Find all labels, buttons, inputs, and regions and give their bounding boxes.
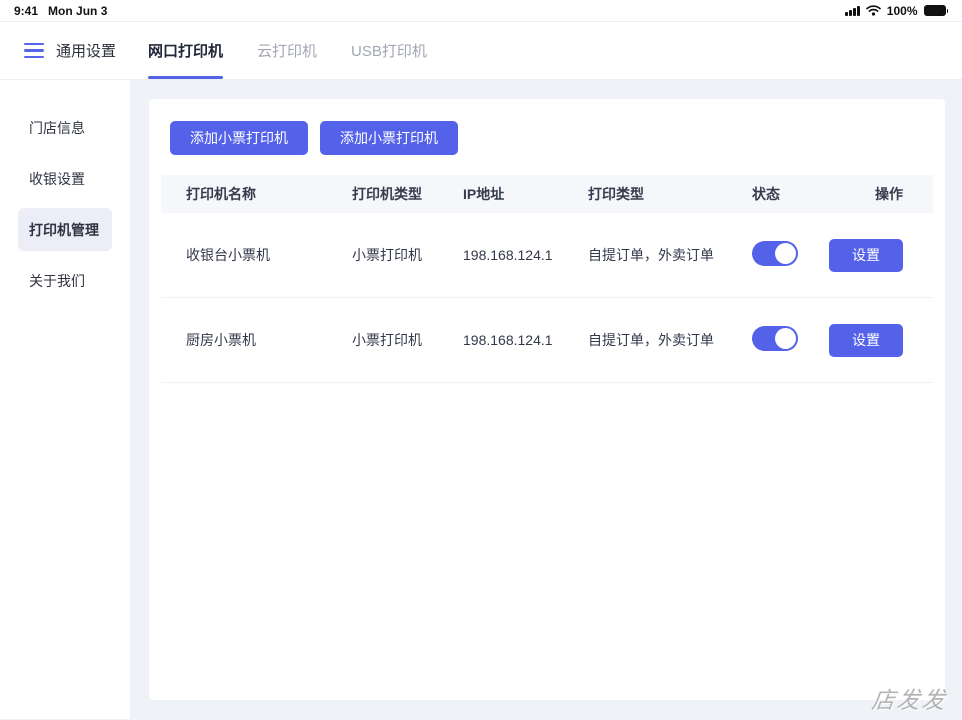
col-header-status: 状态 bbox=[752, 186, 780, 202]
content-area: 添加小票打印机 添加小票打印机 打印机名称 打印机类型 IP地址 打印类型 状态… bbox=[130, 80, 962, 719]
settings-button[interactable]: 设置 bbox=[829, 238, 903, 272]
watermark-text: 店发发 bbox=[870, 688, 949, 713]
wifi-icon bbox=[865, 5, 881, 16]
add-receipt-printer-button-1[interactable]: 添加小票打印机 bbox=[170, 121, 308, 155]
toggle-knob bbox=[775, 328, 796, 349]
printer-management-card: 添加小票打印机 添加小票打印机 打印机名称 打印机类型 IP地址 打印类型 状态… bbox=[149, 99, 945, 700]
cellular-signal-icon bbox=[845, 5, 860, 16]
date: Mon Jun 3 bbox=[48, 3, 108, 18]
battery-percent: 100% bbox=[886, 3, 918, 18]
toggle-knob bbox=[775, 243, 796, 264]
hamburger-menu-icon[interactable] bbox=[24, 42, 44, 59]
status-bar: 9:41 Mon Jun 3 100% bbox=[0, 0, 962, 22]
tab-usb-printer[interactable]: USB打印机 bbox=[351, 22, 427, 79]
tab-network-printer[interactable]: 网口打印机 bbox=[148, 22, 224, 79]
printer-name: 厨房小票机 bbox=[186, 332, 256, 348]
sidebar-item-cashier-settings[interactable]: 收银设置 bbox=[18, 157, 112, 200]
settings-button[interactable]: 设置 bbox=[829, 323, 903, 357]
sidebar: 门店信息 收银设置 打印机管理 关于我们 bbox=[0, 80, 130, 719]
printer-tabs: 网口打印机 云打印机 USB打印机 bbox=[148, 22, 461, 79]
battery-icon bbox=[923, 5, 948, 16]
col-header-printer-type: 打印机类型 bbox=[352, 186, 422, 202]
col-header-print-type: 打印类型 bbox=[588, 186, 644, 202]
table-row: 收银台小票机 小票打印机 198.168.124.1 自提订单，外卖订单 设置 bbox=[161, 213, 933, 298]
col-header-action: 操作 bbox=[875, 186, 903, 202]
print-type: 自提订单，外卖订单 bbox=[588, 332, 714, 348]
add-receipt-printer-button-2[interactable]: 添加小票打印机 bbox=[320, 121, 458, 155]
page-title: 通用设置 bbox=[56, 43, 117, 60]
clock: 9:41 bbox=[14, 3, 39, 18]
ip-address: 198.168.124.1 bbox=[463, 332, 553, 348]
sidebar-item-store-info[interactable]: 门店信息 bbox=[18, 106, 112, 149]
printer-table: 打印机名称 打印机类型 IP地址 打印类型 状态 操作 收银台小票机 小票打印机… bbox=[161, 175, 933, 383]
printer-type: 小票打印机 bbox=[352, 332, 422, 348]
tab-cloud-printer[interactable]: 云打印机 bbox=[257, 22, 317, 79]
status-toggle[interactable] bbox=[752, 326, 798, 351]
ip-address: 198.168.124.1 bbox=[463, 247, 553, 263]
app-header: 通用设置 网口打印机 云打印机 USB打印机 bbox=[0, 22, 962, 80]
col-header-ip-address: IP地址 bbox=[463, 186, 505, 202]
table-header-row: 打印机名称 打印机类型 IP地址 打印类型 状态 操作 bbox=[161, 175, 933, 213]
active-tab-underline bbox=[148, 75, 224, 79]
print-type: 自提订单，外卖订单 bbox=[588, 247, 714, 263]
col-header-printer-name: 打印机名称 bbox=[186, 186, 256, 202]
table-row: 厨房小票机 小票打印机 198.168.124.1 自提订单，外卖订单 设置 bbox=[161, 298, 933, 383]
status-toggle[interactable] bbox=[752, 241, 798, 266]
sidebar-item-about-us[interactable]: 关于我们 bbox=[18, 259, 112, 302]
sidebar-item-printer-management[interactable]: 打印机管理 bbox=[18, 208, 112, 251]
printer-type: 小票打印机 bbox=[352, 247, 422, 263]
printer-name: 收银台小票机 bbox=[186, 247, 270, 263]
